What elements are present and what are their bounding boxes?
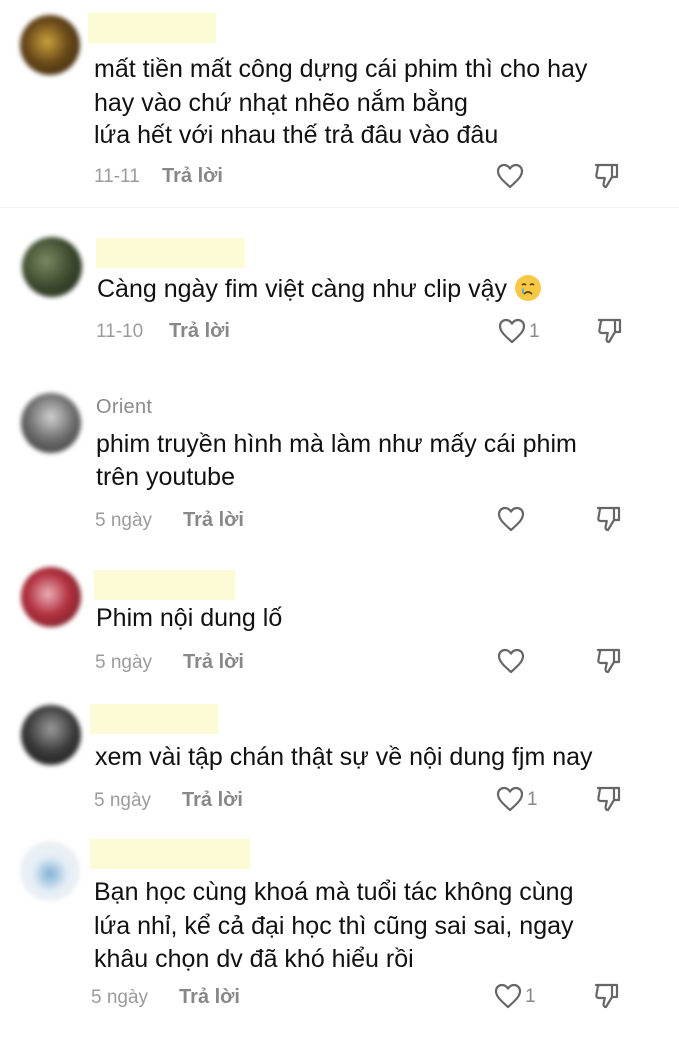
comment-text-line: lứa nhỉ, kể cả đại học thì cũng sai sai,…	[94, 912, 574, 940]
comment-text-line: trên youtube	[96, 463, 235, 491]
avatar[interactable]	[20, 15, 80, 75]
avatar[interactable]	[21, 567, 81, 627]
comment-item: Orient phim truyền hình mà làm như mấy c…	[0, 385, 679, 555]
comment-date: 5 ngày	[91, 987, 149, 1008]
username[interactable]: Orient	[96, 396, 152, 419]
heart-outline-icon[interactable]	[497, 648, 525, 674]
reply-button[interactable]: Trả lời	[169, 320, 230, 343]
comment-text-line: Phim nội dung lố	[96, 604, 283, 632]
username-redacted	[88, 13, 216, 43]
comment-text-line: Bạn học cùng khoá mà tuổi tác không cùng	[94, 878, 574, 906]
reply-button[interactable]: Trả lời	[183, 651, 244, 674]
comment-item: Càng ngày fim việt càng như clip vậy 11-…	[0, 225, 679, 365]
thumbs-down-outline-icon[interactable]	[597, 317, 623, 345]
heart-outline-icon[interactable]	[498, 318, 526, 344]
thumbs-down-outline-icon[interactable]	[596, 505, 622, 533]
comment-text-line: hay vào chứ nhạt nhẽo nắm bằng	[94, 89, 468, 117]
username-redacted	[94, 570, 235, 600]
reply-button[interactable]: Trả lời	[179, 986, 240, 1009]
heart-outline-icon[interactable]	[496, 786, 524, 812]
username-redacted	[90, 839, 250, 869]
comment-date: 5 ngày	[95, 652, 153, 673]
avatar[interactable]	[20, 841, 80, 901]
comment-date: 11-11	[94, 166, 140, 187]
reply-button[interactable]: Trả lời	[183, 509, 244, 532]
avatar[interactable]	[21, 705, 81, 765]
comment-item: Phim nội dung lố 5 ngày Trả lời	[0, 560, 679, 690]
thumbs-down-outline-icon[interactable]	[594, 982, 620, 1010]
thumbs-down-outline-icon[interactable]	[596, 785, 622, 813]
username-redacted	[90, 704, 218, 734]
comment-text: Càng ngày fim việt càng như clip vậy	[97, 275, 507, 303]
heart-outline-icon[interactable]	[494, 983, 522, 1009]
crying-face-emoji	[515, 275, 541, 301]
comment-text-line: Càng ngày fim việt càng như clip vậy	[97, 272, 541, 306]
thumbs-down-outline-icon[interactable]	[594, 162, 620, 190]
heart-outline-icon[interactable]	[497, 506, 525, 532]
comment-text-line: khâu chọn dv đã khó hiểu rồi	[94, 945, 414, 973]
avatar[interactable]	[22, 237, 82, 297]
comment-item: mất tiền mất công dựng cái phim thì cho …	[0, 0, 679, 200]
avatar[interactable]	[21, 393, 81, 453]
divider	[0, 207, 679, 208]
username-redacted	[96, 238, 245, 268]
like-count: 1	[525, 986, 536, 1007]
heart-outline-icon[interactable]	[496, 163, 524, 189]
like-count: 1	[527, 789, 538, 810]
reply-button[interactable]: Trả lời	[182, 789, 243, 812]
comment-text-line: mất tiền mất công dựng cái phim thì cho …	[94, 55, 588, 83]
comment-text-line: phim truyền hình mà làm như mấy cái phim	[96, 430, 577, 458]
reply-button[interactable]: Trả lời	[162, 165, 223, 188]
thumbs-down-outline-icon[interactable]	[596, 647, 622, 675]
comment-text-line: xem vài tập chán thật sự về nội dung fjm…	[95, 743, 593, 771]
comment-text-line: lứa hết với nhau thế trả đâu vào đâu	[94, 121, 499, 149]
comment-date: 11-10	[96, 321, 144, 342]
comment-date: 5 ngày	[94, 790, 152, 811]
comment-date: 5 ngày	[95, 510, 153, 531]
comment-item: xem vài tập chán thật sự về nội dung fjm…	[0, 700, 679, 830]
like-count: 1	[529, 321, 540, 342]
comment-item: Bạn học cùng khoá mà tuổi tác không cùng…	[0, 835, 679, 1035]
